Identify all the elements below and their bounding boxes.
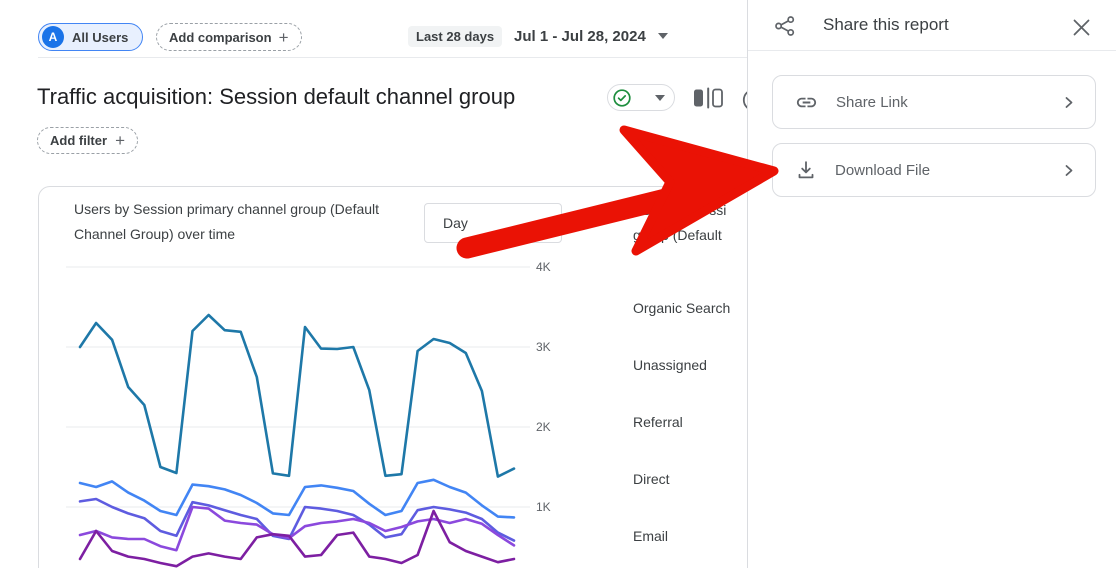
y-axis-tick: 1K xyxy=(536,500,551,514)
bar-category-label: Email xyxy=(633,528,669,544)
date-range-selector[interactable]: Last 28 days Jul 1 - Jul 28, 2024 xyxy=(408,20,668,52)
add-comparison-button[interactable]: Add comparison + xyxy=(156,23,302,51)
check-circle-icon xyxy=(612,88,632,108)
download-file-label: Download File xyxy=(835,161,931,179)
y-axis-tick: 2K xyxy=(536,420,551,434)
plus-icon: + xyxy=(278,27,289,47)
plus-icon: + xyxy=(115,131,125,150)
compare-reports-icon[interactable] xyxy=(692,86,726,116)
date-range-text: Jul 1 - Jul 28, 2024 xyxy=(514,27,646,45)
chevron-right-icon xyxy=(1063,164,1075,177)
page-title: Traffic acquisition: Session default cha… xyxy=(37,84,516,109)
share-panel-title: Share this report xyxy=(823,15,949,34)
all-users-label: All Users xyxy=(72,29,129,45)
divider xyxy=(38,57,748,58)
share-panel: Share this report Share Link Download Fi… xyxy=(747,0,1116,568)
interval-select-value: Day xyxy=(443,215,468,231)
interval-select[interactable]: Day xyxy=(424,203,562,243)
segment-avatar: A xyxy=(42,26,64,48)
bar-category-label: Direct xyxy=(633,471,670,487)
y-axis-tick: 4K xyxy=(536,260,551,274)
share-icon xyxy=(774,15,796,42)
share-link-button[interactable]: Share Link xyxy=(772,75,1096,129)
close-icon[interactable] xyxy=(1070,16,1093,44)
bar-chart-title-line2: group (Default xyxy=(633,227,722,243)
date-preset-badge: Last 28 days xyxy=(408,25,503,47)
share-link-label: Share Link xyxy=(836,93,908,111)
bar-chart-title-line1: Users by Sessi xyxy=(633,202,727,218)
link-icon xyxy=(795,91,818,114)
report-status-dropdown[interactable] xyxy=(607,84,675,111)
download-icon xyxy=(795,159,817,181)
caret-down-icon xyxy=(657,33,668,39)
bar-category-label: Unassigned xyxy=(633,357,707,373)
line-chart-title: Users by Session primary channel group (… xyxy=(74,201,380,242)
main-content: A All Users Add comparison + Last 28 day… xyxy=(0,0,748,568)
share-panel-header: Share this report xyxy=(748,0,1116,51)
caret-down-icon xyxy=(655,94,665,101)
add-filter-button[interactable]: Add filter + xyxy=(37,127,138,154)
chevron-right-icon xyxy=(1063,96,1075,109)
bar-category-label: Organic Search xyxy=(633,300,731,316)
all-users-segment[interactable]: A All Users xyxy=(38,23,144,51)
caret-down-icon xyxy=(537,220,547,226)
add-filter-label: Add filter xyxy=(50,133,108,148)
add-comparison-label: Add comparison xyxy=(169,29,272,45)
download-file-button[interactable]: Download File xyxy=(772,143,1096,197)
bar-category-label: Referral xyxy=(633,414,683,430)
y-axis-tick: 3K xyxy=(536,340,551,354)
